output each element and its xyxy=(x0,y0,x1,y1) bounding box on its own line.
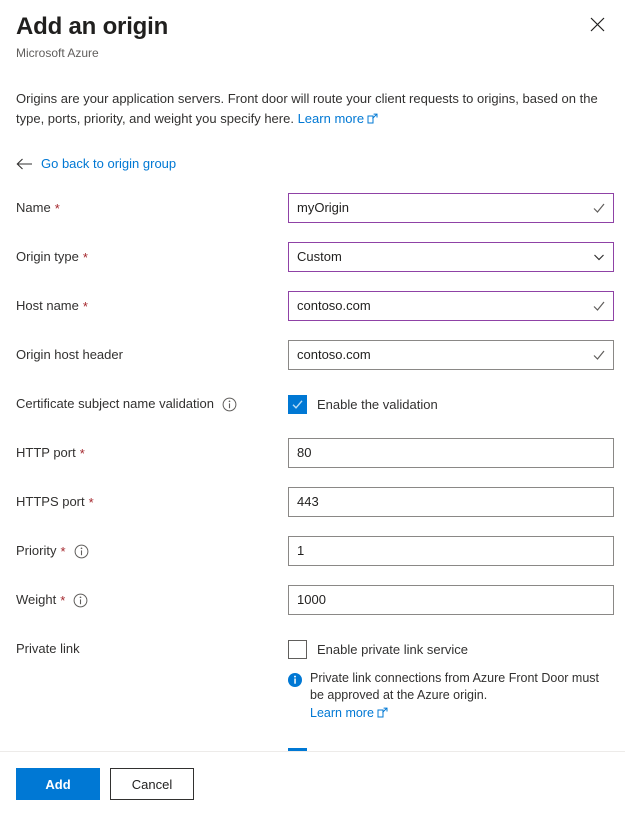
priority-input-value: 1 xyxy=(289,537,613,565)
label-http-port: HTTP port * xyxy=(16,438,288,468)
add-button[interactable]: Add xyxy=(16,768,100,800)
required-asterisk: * xyxy=(89,496,94,509)
page-subtitle: Microsoft Azure xyxy=(16,45,609,61)
https-port-input-value: 443 xyxy=(289,488,613,516)
label-origin-type-text: Origin type xyxy=(16,242,79,272)
host-name-input-value: contoso.com xyxy=(289,292,585,320)
checkmark-icon xyxy=(585,299,613,313)
control-origin-type: Custom xyxy=(288,242,609,272)
cert-validation-checkbox-row[interactable]: Enable the validation xyxy=(288,389,609,419)
required-asterisk: * xyxy=(80,447,85,460)
label-priority: Priority * xyxy=(16,536,288,566)
page-title: Add an origin xyxy=(16,12,609,42)
label-https-port-text: HTTPS port xyxy=(16,487,85,517)
control-private-link: Enable private link service Private link… xyxy=(288,634,609,723)
control-name: myOrigin xyxy=(288,193,609,223)
go-back-to-origin-group-link[interactable]: Go back to origin group xyxy=(16,156,176,171)
panel-header: Add an origin Microsoft Azure xyxy=(0,0,625,61)
weight-input[interactable]: 1000 xyxy=(288,585,614,615)
required-asterisk: * xyxy=(55,202,60,215)
external-link-icon xyxy=(367,110,378,130)
form-row-cert-validation: Certificate subject name validation Enab… xyxy=(0,389,625,419)
private-link-checkbox-label: Enable private link service xyxy=(317,642,468,657)
label-priority-text: Priority xyxy=(16,536,56,566)
description-text: Origins are your application servers. Fr… xyxy=(16,89,609,130)
label-cert-validation: Certificate subject name validation xyxy=(16,389,288,419)
back-link-label: Go back to origin group xyxy=(41,156,176,171)
form-row-host-name: Host name * contoso.com xyxy=(0,291,625,321)
control-host-name: contoso.com xyxy=(288,291,609,321)
private-link-checkbox-row[interactable]: Enable private link service xyxy=(288,634,609,664)
origin-type-select[interactable]: Custom xyxy=(288,242,614,272)
close-button[interactable] xyxy=(581,8,613,40)
info-filled-icon xyxy=(288,673,302,690)
required-asterisk: * xyxy=(60,545,65,558)
private-link-checkbox[interactable] xyxy=(288,640,307,659)
form-row-origin-type: Origin type * Custom xyxy=(0,242,625,272)
form-row-private-link: Private link Enable private link service… xyxy=(0,634,625,723)
cert-validation-checkbox[interactable] xyxy=(288,395,307,414)
control-https-port: 443 xyxy=(288,487,609,517)
private-link-note-body: Private link connections from Azure Fron… xyxy=(310,670,609,723)
info-circle-icon[interactable] xyxy=(74,544,89,559)
origin-host-header-input[interactable]: contoso.com xyxy=(288,340,614,370)
https-port-input[interactable]: 443 xyxy=(288,487,614,517)
cert-validation-checkbox-label: Enable the validation xyxy=(317,397,438,412)
required-asterisk: * xyxy=(83,300,88,313)
required-asterisk: * xyxy=(83,251,88,264)
form-row-weight: Weight * 1000 xyxy=(0,585,625,615)
name-input[interactable]: myOrigin xyxy=(288,193,614,223)
label-cert-validation-text: Certificate subject name validation xyxy=(16,389,214,419)
name-input-value: myOrigin xyxy=(289,194,585,222)
form-row-http-port: HTTP port * 80 xyxy=(0,438,625,468)
control-cert-validation: Enable the validation xyxy=(288,389,609,419)
label-name-text: Name xyxy=(16,193,51,223)
origin-form: Name * myOrigin Origin type * Custom xyxy=(0,193,625,772)
info-circle-icon[interactable] xyxy=(73,593,88,608)
control-priority: 1 xyxy=(288,536,609,566)
close-icon xyxy=(590,17,605,32)
priority-input[interactable]: 1 xyxy=(288,536,614,566)
label-origin-type: Origin type * xyxy=(16,242,288,272)
label-weight: Weight * xyxy=(16,585,288,615)
http-port-input-value: 80 xyxy=(289,439,613,467)
origin-host-header-input-value: contoso.com xyxy=(289,341,585,369)
label-name: Name * xyxy=(16,193,288,223)
label-private-link: Private link xyxy=(16,634,288,664)
form-row-https-port: HTTPS port * 443 xyxy=(0,487,625,517)
control-http-port: 80 xyxy=(288,438,609,468)
external-link-icon xyxy=(377,706,388,723)
note-learn-more-link[interactable]: Learn more xyxy=(310,706,374,720)
origin-type-select-value: Custom xyxy=(289,243,585,271)
label-http-port-text: HTTP port xyxy=(16,438,76,468)
private-link-note-text: Private link connections from Azure Fron… xyxy=(310,671,599,702)
chevron-down-icon xyxy=(585,250,613,264)
form-row-origin-host-header: Origin host header contoso.com xyxy=(0,340,625,370)
host-name-input[interactable]: contoso.com xyxy=(288,291,614,321)
label-host-name-text: Host name xyxy=(16,291,79,321)
info-circle-icon[interactable] xyxy=(222,397,237,412)
http-port-input[interactable]: 80 xyxy=(288,438,614,468)
learn-more-link[interactable]: Learn more xyxy=(298,111,364,126)
label-private-link-text: Private link xyxy=(16,634,80,664)
form-row-priority: Priority * 1 xyxy=(0,536,625,566)
label-origin-host-header: Origin host header xyxy=(16,340,288,370)
private-link-note: Private link connections from Azure Fron… xyxy=(288,670,609,723)
label-origin-host-header-text: Origin host header xyxy=(16,340,123,370)
cancel-button[interactable]: Cancel xyxy=(110,768,194,800)
private-link-note-learn-more: Learn more xyxy=(310,705,609,723)
required-asterisk: * xyxy=(60,594,65,607)
weight-input-value: 1000 xyxy=(289,586,613,614)
label-weight-text: Weight xyxy=(16,585,56,615)
footer-actions: Add Cancel xyxy=(0,751,625,816)
form-row-name: Name * myOrigin xyxy=(0,193,625,223)
checkmark-icon xyxy=(585,201,613,215)
label-host-name: Host name * xyxy=(16,291,288,321)
checkmark-icon xyxy=(585,348,613,362)
arrow-left-icon xyxy=(16,158,33,170)
control-origin-host-header: contoso.com xyxy=(288,340,609,370)
control-weight: 1000 xyxy=(288,585,609,615)
label-https-port: HTTPS port * xyxy=(16,487,288,517)
